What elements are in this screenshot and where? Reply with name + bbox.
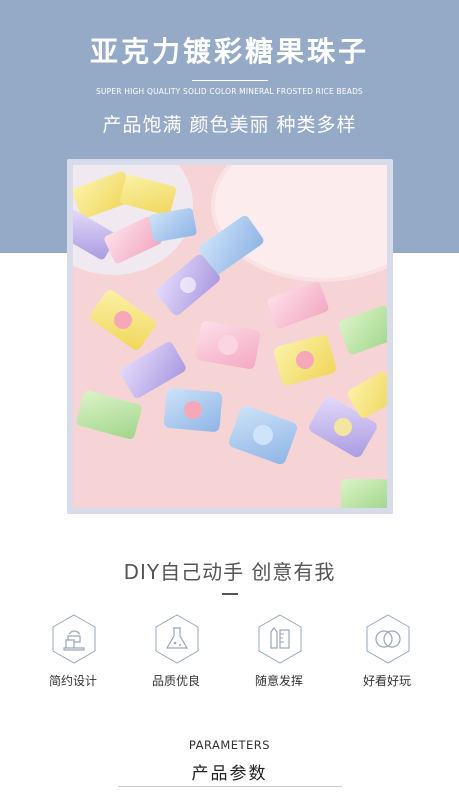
feature-label: 随意发挥 (254, 674, 303, 688)
params-divider (118, 786, 342, 787)
feature-label: 品质优良 (151, 674, 200, 688)
hero-tagline: 产品饱满 颜色美丽 种类多样 (102, 114, 357, 136)
section-title: DIY自己动手 创意有我 (123, 560, 336, 584)
title-divider (192, 80, 268, 81)
feature-quality: 品质优良 (141, 614, 211, 694)
flask-icon (155, 614, 199, 664)
params-heading-en: PARAMETERS (188, 738, 271, 752)
mixer-icon (52, 614, 96, 664)
params-heading-cn: 产品参数 (191, 764, 268, 784)
product-photo (73, 165, 387, 508)
feature-fun: 好看好玩 (352, 614, 422, 694)
feature-label: 简约设计 (48, 674, 97, 688)
rings-icon (366, 614, 410, 664)
pencil-ruler-icon (258, 614, 302, 664)
feature-label: 好看好玩 (362, 674, 411, 688)
feature-freedom: 随意发挥 (244, 614, 314, 694)
page-title: 亚克力镀彩糖果珠子 (89, 35, 369, 68)
section-divider (222, 593, 238, 595)
page-subtitle: SUPER HIGH QUALITY SOLID COLOR MINERAL F… (95, 87, 364, 96)
feature-simple-design: 简约设计 (38, 614, 108, 694)
candy-beads-image (73, 165, 387, 508)
